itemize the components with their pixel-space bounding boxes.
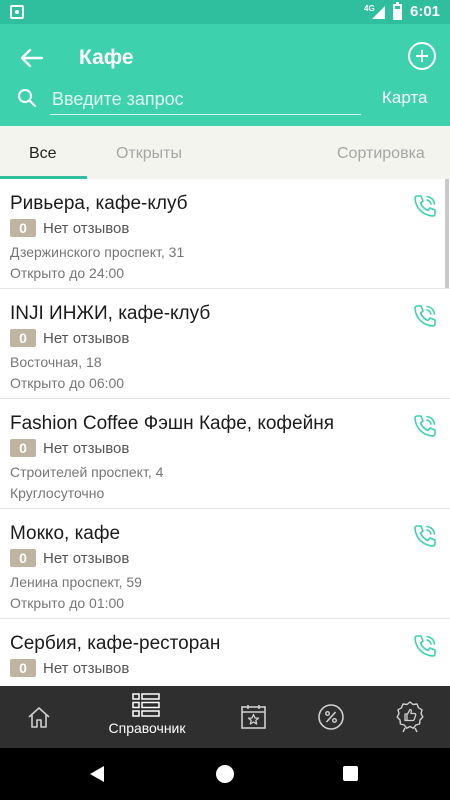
list-item[interactable]: Мокко, кафе 0 Нет отзывов Ленина проспек… xyxy=(0,509,450,619)
phone-call-icon[interactable] xyxy=(411,632,439,660)
phone-call-icon[interactable] xyxy=(411,302,439,330)
battery-icon xyxy=(393,2,402,20)
reviews-count: Нет отзывов xyxy=(43,440,130,457)
status-time: 6:01 xyxy=(410,3,441,20)
place-hours: Круглосуточно xyxy=(10,485,105,501)
place-name: Ривьера, кафе-клуб xyxy=(10,193,188,214)
tab-open[interactable]: Открыты xyxy=(116,145,182,163)
search-icon xyxy=(18,89,36,107)
system-home-icon[interactable] xyxy=(216,765,234,783)
rating-badge: 0 xyxy=(10,549,36,567)
nav-awards[interactable] xyxy=(370,686,450,748)
calendar-star-icon xyxy=(241,705,266,729)
list-item[interactable]: Ривьера, кафе-клуб 0 Нет отзывов Дзержин… xyxy=(0,179,450,289)
nav-directory-label: Справочник xyxy=(108,720,186,736)
reviews-count: Нет отзывов xyxy=(43,660,130,677)
places-list[interactable]: Ривьера, кафе-клуб 0 Нет отзывов Дзержин… xyxy=(0,179,450,686)
list-item[interactable]: Сербия, кафе-ресторан 0 Нет отзывов xyxy=(0,619,450,686)
home-icon xyxy=(28,707,50,728)
notification-icon xyxy=(10,5,24,19)
phone-call-icon[interactable] xyxy=(411,192,439,220)
place-address: Дзержинского проспект, 31 xyxy=(10,244,185,260)
rating-badge: 0 xyxy=(10,329,36,347)
rating-badge: 0 xyxy=(10,439,36,457)
reviews-count: Нет отзывов xyxy=(43,330,130,347)
signal-icon xyxy=(372,6,385,19)
list-item[interactable]: Fashion Coffee Фэшн Кафе, кофейня 0 Нет … xyxy=(0,399,450,509)
reviews-count: Нет отзывов xyxy=(43,220,130,237)
place-hours: Открыто до 24:00 xyxy=(10,265,125,281)
reviews-count: Нет отзывов xyxy=(43,550,130,567)
nav-home[interactable] xyxy=(0,686,78,748)
list-icon xyxy=(132,693,160,717)
add-icon[interactable] xyxy=(408,42,436,70)
place-name: Мокко, кафе xyxy=(10,523,121,544)
nav-events[interactable] xyxy=(214,686,292,748)
status-bar: 4G 6:01 xyxy=(0,0,450,24)
place-name: Сербия, кафе-ресторан xyxy=(10,633,221,654)
nav-discounts[interactable] xyxy=(292,686,370,748)
phone-call-icon[interactable] xyxy=(411,412,439,440)
system-navigation-bar xyxy=(0,748,450,800)
search-input[interactable] xyxy=(50,85,361,115)
place-address: Ленина проспект, 59 xyxy=(10,574,142,590)
tab-all[interactable]: Все xyxy=(29,145,57,163)
tab-sort[interactable]: Сортировка xyxy=(337,145,425,163)
phone-call-icon[interactable] xyxy=(411,522,439,550)
system-recents-icon[interactable] xyxy=(343,766,358,781)
rating-badge: 0 xyxy=(10,659,36,677)
app-header: Кафе Карта xyxy=(0,24,450,126)
system-back-icon[interactable] xyxy=(90,766,104,782)
place-address: Строителей проспект, 4 xyxy=(10,464,164,480)
place-hours: Открыто до 01:00 xyxy=(10,595,125,611)
place-hours: Открыто до 06:00 xyxy=(10,375,125,391)
place-name: Fashion Coffee Фэшн Кафе, кофейня xyxy=(10,413,335,434)
nav-directory[interactable]: Справочник xyxy=(98,686,196,748)
place-address: Восточная, 18 xyxy=(10,354,102,370)
rating-badge: 0 xyxy=(10,219,36,237)
place-name: INJI ИНЖИ, кафе-клуб xyxy=(10,303,211,324)
filter-tabs: Все Открыты Сортировка xyxy=(0,126,450,179)
back-arrow-icon[interactable] xyxy=(18,44,46,72)
page-title: Кафе xyxy=(79,46,134,69)
percent-icon xyxy=(318,704,344,730)
badge-thumbs-up-icon xyxy=(396,701,424,733)
list-item[interactable]: INJI ИНЖИ, кафе-клуб 0 Нет отзывов Восто… xyxy=(0,289,450,399)
map-button[interactable]: Карта xyxy=(382,88,428,108)
bottom-navigation: Справочник xyxy=(0,686,450,748)
